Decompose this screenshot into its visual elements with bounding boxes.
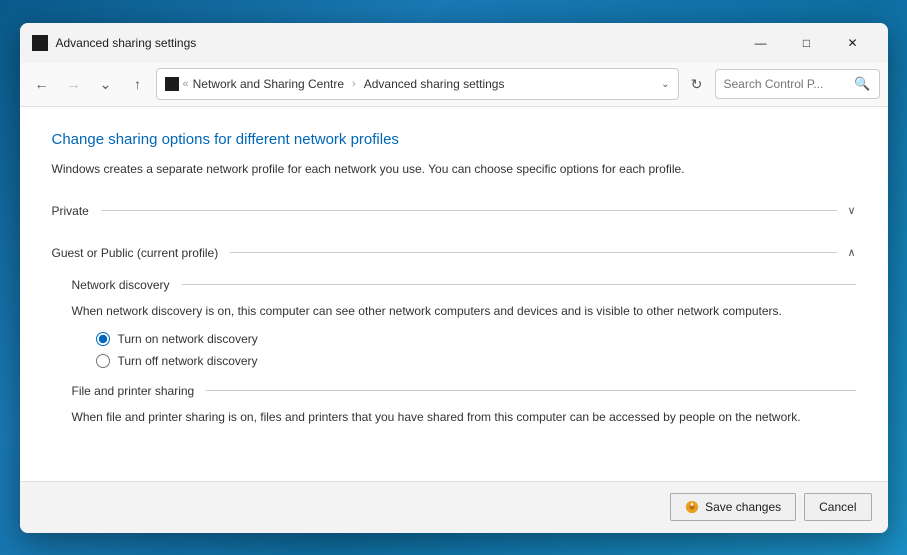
recent-button[interactable]: ⌄ [92,70,120,98]
section-guest-public[interactable]: Guest or Public (current profile) ∧ [52,240,856,266]
section-private[interactable]: Private ∨ [52,198,856,224]
footer: Save changes Cancel [20,481,888,533]
section-guest-chevron: ∧ [847,246,855,259]
page-heading: Change sharing options for different net… [52,131,856,148]
file-printer-label: File and printer sharing [72,384,195,398]
file-printer-description: When file and printer sharing is on, fil… [72,408,856,426]
section-private-chevron: ∨ [847,204,855,217]
file-printer-subsection: File and printer sharing When file and p… [72,384,856,426]
back-button[interactable]: ← [28,70,56,98]
network-discovery-subsection: Network discovery When network discovery… [72,278,856,368]
search-icon[interactable]: 🔍 [854,76,870,92]
cancel-button[interactable]: Cancel [804,493,871,521]
breadcrumb-separator1: « [183,78,189,90]
radio-nd-on-input[interactable] [96,332,110,346]
title-bar: Advanced sharing settings — □ ✕ [20,23,888,63]
breadcrumb-root: Network and Sharing Centre [193,77,344,91]
file-printer-line [206,390,855,391]
section-private-label: Private [52,204,89,218]
folder-icon [165,77,179,91]
breadcrumb-arrow: › [352,78,356,90]
section-private-line [101,210,838,211]
cancel-label: Cancel [819,500,856,514]
network-discovery-header: Network discovery [72,278,856,292]
network-discovery-label: Network discovery [72,278,170,292]
save-changes-button[interactable]: Save changes [670,493,796,521]
window-icon [32,35,48,51]
address-dropdown-icon: ⌄ [661,79,669,90]
radio-nd-on-label: Turn on network discovery [118,332,258,346]
search-input[interactable] [724,77,851,91]
section-guest-public-wrapper: Guest or Public (current profile) ∧ Netw… [52,240,856,426]
radio-nd-off[interactable]: Turn off network discovery [96,354,856,368]
address-field[interactable]: « Network and Sharing Centre › Advanced … [156,68,679,100]
save-label: Save changes [705,500,781,514]
breadcrumb-current: Advanced sharing settings [364,77,505,91]
radio-nd-off-label: Turn off network discovery [118,354,258,368]
window-title: Advanced sharing settings [56,36,738,50]
section-guest-line [230,252,837,253]
section-guest-label: Guest or Public (current profile) [52,246,219,260]
minimize-button[interactable]: — [738,27,784,59]
file-printer-header: File and printer sharing [72,384,856,398]
window-controls: — □ ✕ [738,27,876,59]
save-icon [685,500,699,514]
network-discovery-line [182,284,856,285]
main-window: Advanced sharing settings — □ ✕ ← → ⌄ ↑ … [20,23,888,533]
radio-nd-off-input[interactable] [96,354,110,368]
close-button[interactable]: ✕ [830,27,876,59]
page-description: Windows creates a separate network profi… [52,160,856,178]
up-button[interactable]: ↑ [124,70,152,98]
content-area: Change sharing options for different net… [20,107,888,481]
radio-nd-on[interactable]: Turn on network discovery [96,332,856,346]
refresh-button[interactable]: ↻ [683,70,711,98]
search-field: 🔍 [715,69,880,99]
address-bar: ← → ⌄ ↑ « Network and Sharing Centre › A… [20,63,888,107]
network-discovery-options: Turn on network discovery Turn off netwo… [96,332,856,368]
forward-button[interactable]: → [60,70,88,98]
maximize-button[interactable]: □ [784,27,830,59]
network-discovery-description: When network discovery is on, this compu… [72,302,856,320]
